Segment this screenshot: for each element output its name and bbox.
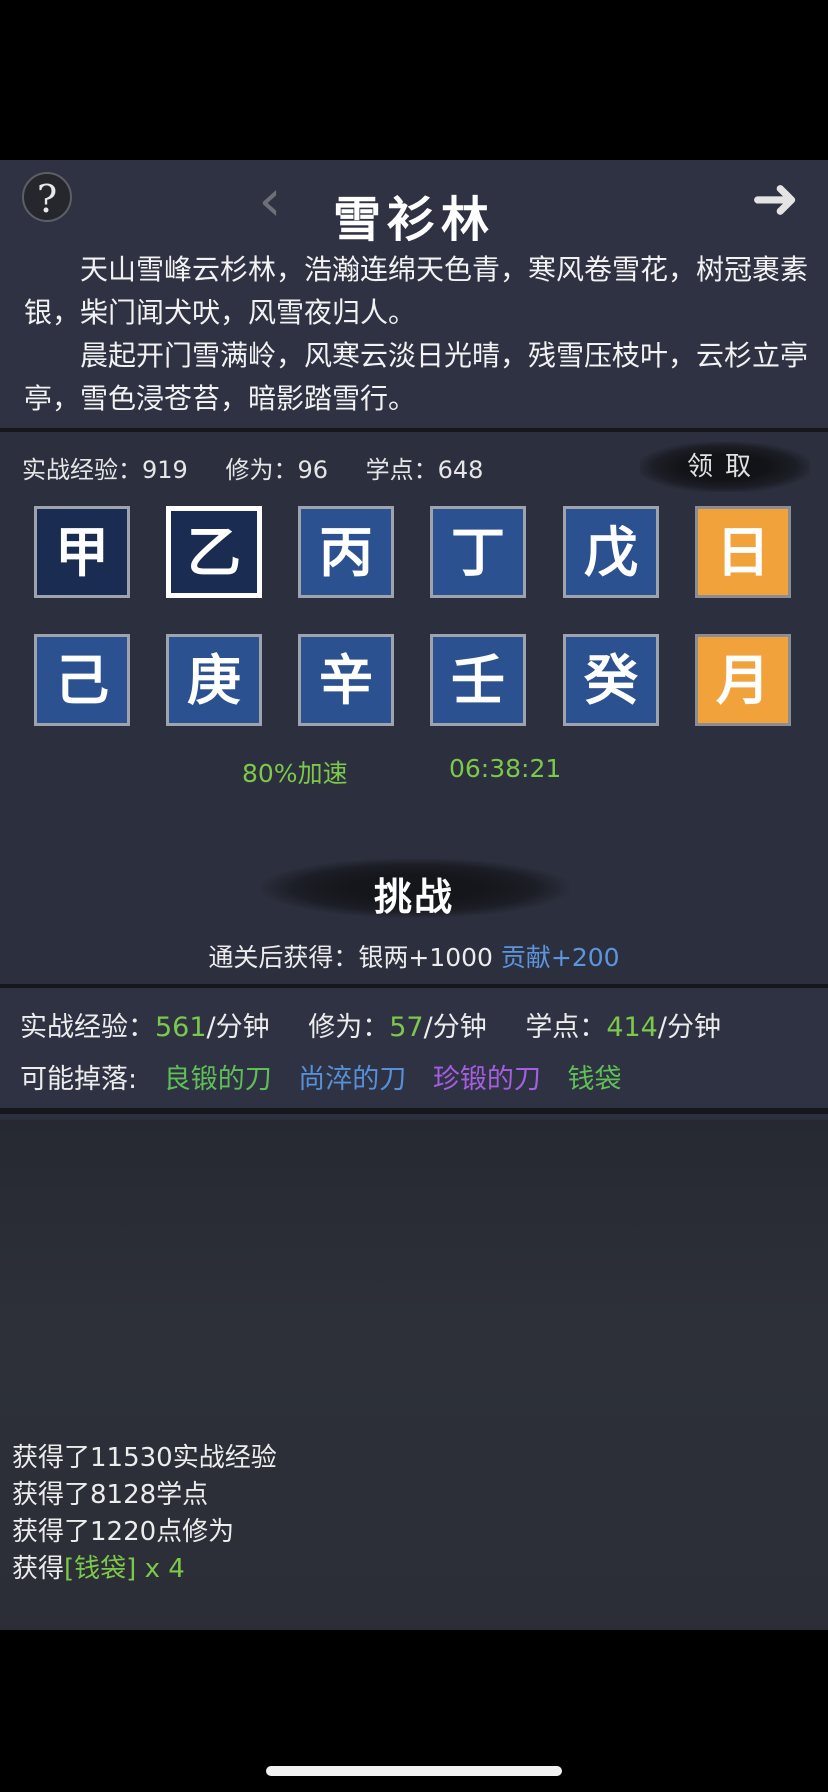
- cultivation-stat: 修为：96: [225, 456, 328, 484]
- exp-rate-unit: /分钟: [206, 1012, 270, 1043]
- tile-yi-selected[interactable]: 乙: [166, 506, 262, 598]
- log-line: 获得了11530实战经验: [12, 1443, 277, 1473]
- previous-location-icon[interactable]: ‹: [250, 170, 290, 230]
- log-line: 获得了8128学点: [12, 1480, 209, 1510]
- log-item-count: x 4: [136, 1554, 185, 1584]
- home-indicator[interactable]: [266, 1766, 562, 1776]
- boost-timer: 06:38:21: [449, 754, 562, 783]
- tile-jia[interactable]: 甲: [34, 506, 130, 598]
- speed-boost-label: 80%加速: [242, 759, 348, 788]
- divider: [0, 428, 828, 432]
- reward-silver: 通关后获得：银两+1000: [208, 943, 493, 972]
- exp-rate-value: 561: [155, 1012, 207, 1043]
- tile-xin[interactable]: 辛: [298, 634, 394, 726]
- log-item-name: [钱袋]: [64, 1554, 137, 1584]
- claim-button[interactable]: 领取: [640, 442, 810, 492]
- drop-item: 良锻的刀: [163, 1064, 272, 1095]
- tile-moon[interactable]: 月: [695, 634, 791, 726]
- exp-rate-label: 实战经验：: [20, 1012, 155, 1043]
- log-line: 获得[钱袋] x 4: [12, 1551, 277, 1588]
- points-rate-value: 414: [606, 1012, 658, 1043]
- tile-ji[interactable]: 己: [34, 634, 130, 726]
- tile-geng[interactable]: 庚: [166, 634, 262, 726]
- drops-label: 可能掉落:: [20, 1064, 138, 1095]
- exp-stat: 实战经验：919: [22, 456, 188, 484]
- tile-ren[interactable]: 壬: [430, 634, 526, 726]
- cult-rate-unit: /分钟: [423, 1012, 487, 1043]
- cult-rate-value: 57: [389, 1012, 424, 1043]
- next-location-icon[interactable]: ➜: [740, 168, 810, 228]
- points-rate-unit: /分钟: [657, 1012, 721, 1043]
- cult-rate-label: 修为：: [308, 1012, 390, 1043]
- description-paragraph-2: 晨起开门雪满岭，风寒云淡日光晴，残雪压枝叶，云杉立亭亭，雪色浸苍苔，暗影踏雪行。: [24, 339, 809, 415]
- help-icon[interactable]: ?: [22, 172, 72, 222]
- accumulated-stats: 实战经验：919 修为：96 学点：648: [22, 450, 513, 485]
- divider: [0, 1108, 828, 1114]
- description-paragraph-1: 天山雪峰云杉林，浩瀚连绵天色青，寒风卷雪花，树冠裹素银，柴门闻犬吠，风雪夜归人。: [24, 253, 809, 329]
- game-screen: ? ‹ 雪衫林 ➜ 天山雪峰云杉林，浩瀚连绵天色青，寒风卷雪花，树冠裹素银，柴门…: [0, 160, 828, 1630]
- drop-item: 珍锻的刀: [432, 1064, 541, 1095]
- points-stat: 学点：648: [365, 456, 484, 484]
- tile-gui[interactable]: 癸: [563, 634, 659, 726]
- rate-stats: 实战经验：561/分钟 修为：57/分钟 学点：414/分钟: [20, 1005, 721, 1044]
- location-description: 天山雪峰云杉林，浩瀚连绵天色青，寒风卷雪花，树冠裹素银，柴门闻犬吠，风雪夜归人。…: [24, 248, 810, 420]
- location-title: 雪衫林: [332, 192, 495, 248]
- reward-log: 获得了11530实战经验 获得了8128学点 获得了1220点修为 获得[钱袋]…: [12, 1440, 277, 1588]
- tile-wu[interactable]: 戊: [563, 506, 659, 598]
- log-line: 获得了1220点修为: [12, 1517, 235, 1547]
- tile-sun[interactable]: 日: [695, 506, 791, 598]
- drop-item: 尚淬的刀: [298, 1064, 407, 1095]
- drop-item: 钱袋: [567, 1064, 622, 1095]
- log-line-prefix: 获得: [12, 1554, 65, 1584]
- possible-drops: 可能掉落: 良锻的刀 尚淬的刀 珍锻的刀 钱袋: [20, 1057, 639, 1096]
- points-rate-label: 学点：: [525, 1012, 607, 1043]
- tile-ding[interactable]: 丁: [430, 506, 526, 598]
- clear-reward: 通关后获得：银两+1000 贡献+200: [0, 938, 828, 974]
- challenge-button[interactable]: 挑战: [0, 866, 828, 921]
- reward-contribution: 贡献+200: [500, 943, 620, 972]
- tile-bing[interactable]: 丙: [298, 506, 394, 598]
